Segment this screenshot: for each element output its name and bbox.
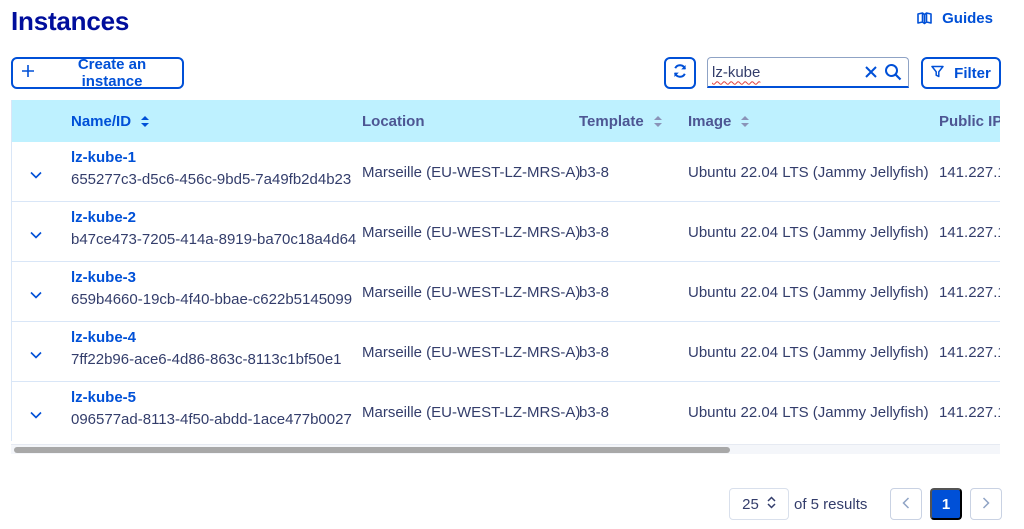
table-row: lz-kube-3 659b4660-19cb-4f40-bbae-c622b5… [12,262,1000,322]
scrollbar-thumb[interactable] [14,447,730,453]
create-instance-label: Create an instance [77,56,147,90]
instance-public-ip: 141.227.1 [939,344,1000,361]
close-icon[interactable] [864,65,878,79]
instance-image: Ubuntu 22.04 LTS (Jammy Jellyfish) [688,284,929,301]
instance-image: Ubuntu 22.04 LTS (Jammy Jellyfish) [688,344,929,361]
refresh-button[interactable] [664,57,696,89]
table-row: lz-kube-5 096577ad-8113-4f50-abdd-1ace47… [12,382,1000,441]
instance-image: Ubuntu 22.04 LTS (Jammy Jellyfish) [688,404,929,421]
instance-public-ip: 141.227.1 [939,224,1000,241]
results-count: of 5 results [794,496,868,513]
previous-page-button[interactable] [890,488,922,520]
column-header-template-label: Template [579,113,644,130]
table-header: Name/ID Location Template Image Public I… [12,100,1000,142]
instance-name-link[interactable]: lz-kube-5 [71,389,136,406]
instance-location: Marseille (EU-WEST-LZ-MRS-A) [362,164,581,181]
sort-icon[interactable] [741,116,750,127]
instance-template: b3-8 [579,284,610,301]
column-header-template[interactable]: Template [579,113,662,130]
instance-name-link[interactable]: lz-kube-2 [71,209,136,226]
search-input[interactable]: lz-kube [707,57,909,88]
instance-template: b3-8 [579,164,610,181]
column-header-image-label: Image [688,113,732,130]
next-page-button[interactable] [970,488,1002,520]
column-header-public-ip-label: Public IP [939,113,1000,130]
chevron-down-icon[interactable] [30,406,42,424]
per-page-select[interactable]: 25 [729,488,789,520]
plus-icon [21,64,35,82]
table-row: lz-kube-4 7ff22b96-ace6-4d86-863c-8113c1… [12,322,1000,382]
chevron-down-icon[interactable] [30,346,42,364]
instance-template: b3-8 [579,344,610,361]
column-header-location: Location [362,113,425,130]
horizontal-scrollbar[interactable] [11,444,1000,454]
instance-name-link[interactable]: lz-kube-1 [71,149,136,166]
instance-image: Ubuntu 22.04 LTS (Jammy Jellyfish) [688,224,929,241]
instance-location: Marseille (EU-WEST-LZ-MRS-A) [362,344,581,361]
instance-location: Marseille (EU-WEST-LZ-MRS-A) [362,224,581,241]
table-row: lz-kube-2 b47ce473-7205-414a-8919-ba70c1… [12,202,1000,262]
instance-public-ip: 141.227.1 [939,404,1000,421]
column-header-location-label: Location [362,113,425,130]
filter-icon [931,65,944,82]
sort-icon[interactable] [141,116,150,127]
chevron-down-icon[interactable] [30,226,42,244]
column-header-name-label: Name/ID [71,113,132,130]
sort-icon[interactable] [653,116,662,127]
page-title: Instances [11,6,130,36]
guides-link[interactable]: Guides [917,10,993,27]
chevron-down-icon[interactable] [30,166,42,184]
page-button-current[interactable]: 1 [930,488,962,520]
instance-name-link[interactable]: lz-kube-4 [71,329,136,346]
instance-template: b3-8 [579,224,610,241]
table-row: lz-kube-1 655277c3-d5c6-456c-9bd5-7a49fb… [12,142,1000,202]
filter-label: Filter [954,64,991,82]
instance-id: 096577ad-8113-4f50-abdd-1ace477b0027 [71,411,352,428]
column-header-image[interactable]: Image [688,113,750,130]
column-header-public-ip: Public IP [939,113,1000,130]
instance-id: 7ff22b96-ace6-4d86-863c-8113c1bf50e1 [71,351,342,368]
instance-location: Marseille (EU-WEST-LZ-MRS-A) [362,284,581,301]
create-instance-button[interactable]: Create an instance [11,56,184,90]
instance-id: b47ce473-7205-414a-8919-ba70c18a4d64 [71,231,357,248]
instance-template: b3-8 [579,404,610,421]
instances-table: Name/ID Location Template Image Public I… [11,100,1000,441]
chevron-down-icon[interactable] [30,286,42,304]
book-icon [917,12,932,25]
column-header-name[interactable]: Name/ID [71,113,150,130]
refresh-icon [672,63,688,83]
chevron-right-icon [982,496,990,513]
instance-image: Ubuntu 22.04 LTS (Jammy Jellyfish) [688,164,929,181]
per-page-value: 25 [742,495,759,513]
select-arrows-icon [767,495,776,513]
guides-label: Guides [942,10,993,27]
search-input-value[interactable]: lz-kube [712,64,858,81]
filter-button[interactable]: Filter [921,57,1001,89]
search-icon[interactable] [884,63,902,81]
instance-name-link[interactable]: lz-kube-3 [71,269,136,286]
chevron-left-icon [902,496,910,513]
instance-id: 655277c3-d5c6-456c-9bd5-7a49fb2d4b23 [71,171,352,188]
instance-location: Marseille (EU-WEST-LZ-MRS-A) [362,404,581,421]
instance-public-ip: 141.227.1 [939,284,1000,301]
instance-id: 659b4660-19cb-4f40-bbae-c622b5145099 [71,291,353,308]
instance-public-ip: 141.227.1 [939,164,1000,181]
